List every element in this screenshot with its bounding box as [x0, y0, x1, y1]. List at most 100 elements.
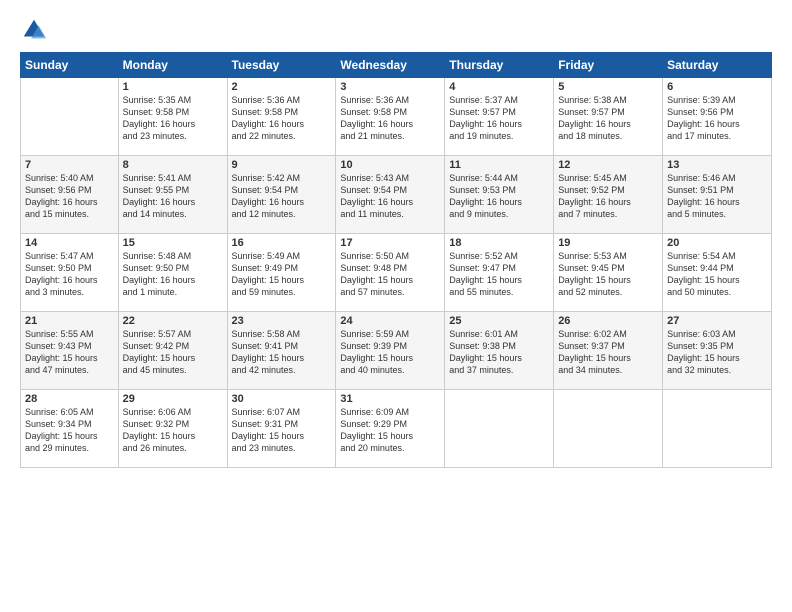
logo-icon: [20, 16, 48, 44]
day-number: 28: [25, 393, 114, 405]
day-header: Thursday: [445, 53, 554, 78]
calendar-cell: 13Sunrise: 5:46 AM Sunset: 9:51 PM Dayli…: [663, 156, 772, 234]
day-number: 13: [667, 159, 767, 171]
calendar-cell: 11Sunrise: 5:44 AM Sunset: 9:53 PM Dayli…: [445, 156, 554, 234]
header: [20, 16, 772, 44]
calendar-cell: 20Sunrise: 5:54 AM Sunset: 9:44 PM Dayli…: [663, 234, 772, 312]
day-number: 7: [25, 159, 114, 171]
day-header: Monday: [118, 53, 227, 78]
cell-info: Sunrise: 6:06 AM Sunset: 9:32 PM Dayligh…: [123, 406, 223, 455]
cell-info: Sunrise: 5:36 AM Sunset: 9:58 PM Dayligh…: [232, 94, 332, 143]
day-header: Sunday: [21, 53, 119, 78]
day-number: 2: [232, 81, 332, 93]
cell-info: Sunrise: 5:46 AM Sunset: 9:51 PM Dayligh…: [667, 172, 767, 221]
day-header: Saturday: [663, 53, 772, 78]
day-number: 5: [558, 81, 658, 93]
calendar-week-row: 21Sunrise: 5:55 AM Sunset: 9:43 PM Dayli…: [21, 312, 772, 390]
day-header: Wednesday: [336, 53, 445, 78]
day-number: 23: [232, 315, 332, 327]
calendar-cell: 12Sunrise: 5:45 AM Sunset: 9:52 PM Dayli…: [554, 156, 663, 234]
day-number: 3: [340, 81, 440, 93]
day-number: 16: [232, 237, 332, 249]
day-number: 26: [558, 315, 658, 327]
calendar-cell: 25Sunrise: 6:01 AM Sunset: 9:38 PM Dayli…: [445, 312, 554, 390]
calendar-cell: [445, 390, 554, 468]
calendar-week-row: 1Sunrise: 5:35 AM Sunset: 9:58 PM Daylig…: [21, 78, 772, 156]
cell-info: Sunrise: 5:48 AM Sunset: 9:50 PM Dayligh…: [123, 250, 223, 299]
calendar-cell: [663, 390, 772, 468]
day-header: Tuesday: [227, 53, 336, 78]
calendar-cell: 31Sunrise: 6:09 AM Sunset: 9:29 PM Dayli…: [336, 390, 445, 468]
calendar-cell: 26Sunrise: 6:02 AM Sunset: 9:37 PM Dayli…: [554, 312, 663, 390]
day-number: 19: [558, 237, 658, 249]
calendar-cell: 7Sunrise: 5:40 AM Sunset: 9:56 PM Daylig…: [21, 156, 119, 234]
calendar-cell: 5Sunrise: 5:38 AM Sunset: 9:57 PM Daylig…: [554, 78, 663, 156]
calendar-week-row: 14Sunrise: 5:47 AM Sunset: 9:50 PM Dayli…: [21, 234, 772, 312]
day-number: 30: [232, 393, 332, 405]
day-number: 24: [340, 315, 440, 327]
cell-info: Sunrise: 6:02 AM Sunset: 9:37 PM Dayligh…: [558, 328, 658, 377]
calendar-cell: 17Sunrise: 5:50 AM Sunset: 9:48 PM Dayli…: [336, 234, 445, 312]
calendar-cell: 29Sunrise: 6:06 AM Sunset: 9:32 PM Dayli…: [118, 390, 227, 468]
calendar-cell: 4Sunrise: 5:37 AM Sunset: 9:57 PM Daylig…: [445, 78, 554, 156]
calendar-cell: 24Sunrise: 5:59 AM Sunset: 9:39 PM Dayli…: [336, 312, 445, 390]
day-number: 25: [449, 315, 549, 327]
day-number: 17: [340, 237, 440, 249]
calendar-cell: 9Sunrise: 5:42 AM Sunset: 9:54 PM Daylig…: [227, 156, 336, 234]
cell-info: Sunrise: 5:55 AM Sunset: 9:43 PM Dayligh…: [25, 328, 114, 377]
day-header: Friday: [554, 53, 663, 78]
calendar-cell: 22Sunrise: 5:57 AM Sunset: 9:42 PM Dayli…: [118, 312, 227, 390]
cell-info: Sunrise: 5:45 AM Sunset: 9:52 PM Dayligh…: [558, 172, 658, 221]
day-number: 10: [340, 159, 440, 171]
cell-info: Sunrise: 6:05 AM Sunset: 9:34 PM Dayligh…: [25, 406, 114, 455]
cell-info: Sunrise: 5:37 AM Sunset: 9:57 PM Dayligh…: [449, 94, 549, 143]
cell-info: Sunrise: 5:53 AM Sunset: 9:45 PM Dayligh…: [558, 250, 658, 299]
cell-info: Sunrise: 5:38 AM Sunset: 9:57 PM Dayligh…: [558, 94, 658, 143]
calendar-cell: 10Sunrise: 5:43 AM Sunset: 9:54 PM Dayli…: [336, 156, 445, 234]
cell-info: Sunrise: 5:44 AM Sunset: 9:53 PM Dayligh…: [449, 172, 549, 221]
calendar-cell: 23Sunrise: 5:58 AM Sunset: 9:41 PM Dayli…: [227, 312, 336, 390]
calendar-cell: 2Sunrise: 5:36 AM Sunset: 9:58 PM Daylig…: [227, 78, 336, 156]
cell-info: Sunrise: 5:54 AM Sunset: 9:44 PM Dayligh…: [667, 250, 767, 299]
cell-info: Sunrise: 5:42 AM Sunset: 9:54 PM Dayligh…: [232, 172, 332, 221]
day-number: 21: [25, 315, 114, 327]
day-number: 18: [449, 237, 549, 249]
cell-info: Sunrise: 5:49 AM Sunset: 9:49 PM Dayligh…: [232, 250, 332, 299]
cell-info: Sunrise: 6:01 AM Sunset: 9:38 PM Dayligh…: [449, 328, 549, 377]
day-number: 6: [667, 81, 767, 93]
day-number: 27: [667, 315, 767, 327]
calendar-cell: 15Sunrise: 5:48 AM Sunset: 9:50 PM Dayli…: [118, 234, 227, 312]
calendar-cell: [554, 390, 663, 468]
cell-info: Sunrise: 6:07 AM Sunset: 9:31 PM Dayligh…: [232, 406, 332, 455]
cell-info: Sunrise: 5:57 AM Sunset: 9:42 PM Dayligh…: [123, 328, 223, 377]
cell-info: Sunrise: 5:59 AM Sunset: 9:39 PM Dayligh…: [340, 328, 440, 377]
day-number: 9: [232, 159, 332, 171]
day-number: 15: [123, 237, 223, 249]
calendar-cell: 14Sunrise: 5:47 AM Sunset: 9:50 PM Dayli…: [21, 234, 119, 312]
day-number: 20: [667, 237, 767, 249]
cell-info: Sunrise: 5:50 AM Sunset: 9:48 PM Dayligh…: [340, 250, 440, 299]
calendar-cell: 3Sunrise: 5:36 AM Sunset: 9:58 PM Daylig…: [336, 78, 445, 156]
calendar-cell: 30Sunrise: 6:07 AM Sunset: 9:31 PM Dayli…: [227, 390, 336, 468]
cell-info: Sunrise: 6:03 AM Sunset: 9:35 PM Dayligh…: [667, 328, 767, 377]
calendar-cell: 16Sunrise: 5:49 AM Sunset: 9:49 PM Dayli…: [227, 234, 336, 312]
day-number: 4: [449, 81, 549, 93]
day-number: 11: [449, 159, 549, 171]
calendar-cell: 28Sunrise: 6:05 AM Sunset: 9:34 PM Dayli…: [21, 390, 119, 468]
calendar-table: SundayMondayTuesdayWednesdayThursdayFrid…: [20, 52, 772, 468]
cell-info: Sunrise: 5:35 AM Sunset: 9:58 PM Dayligh…: [123, 94, 223, 143]
calendar-week-row: 7Sunrise: 5:40 AM Sunset: 9:56 PM Daylig…: [21, 156, 772, 234]
calendar-cell: 27Sunrise: 6:03 AM Sunset: 9:35 PM Dayli…: [663, 312, 772, 390]
cell-info: Sunrise: 5:43 AM Sunset: 9:54 PM Dayligh…: [340, 172, 440, 221]
cell-info: Sunrise: 6:09 AM Sunset: 9:29 PM Dayligh…: [340, 406, 440, 455]
cell-info: Sunrise: 5:58 AM Sunset: 9:41 PM Dayligh…: [232, 328, 332, 377]
cell-info: Sunrise: 5:52 AM Sunset: 9:47 PM Dayligh…: [449, 250, 549, 299]
logo: [20, 16, 52, 44]
day-number: 8: [123, 159, 223, 171]
calendar-cell: 18Sunrise: 5:52 AM Sunset: 9:47 PM Dayli…: [445, 234, 554, 312]
calendar-cell: [21, 78, 119, 156]
calendar-cell: 21Sunrise: 5:55 AM Sunset: 9:43 PM Dayli…: [21, 312, 119, 390]
calendar-cell: 19Sunrise: 5:53 AM Sunset: 9:45 PM Dayli…: [554, 234, 663, 312]
calendar-cell: 8Sunrise: 5:41 AM Sunset: 9:55 PM Daylig…: [118, 156, 227, 234]
calendar-cell: 6Sunrise: 5:39 AM Sunset: 9:56 PM Daylig…: [663, 78, 772, 156]
